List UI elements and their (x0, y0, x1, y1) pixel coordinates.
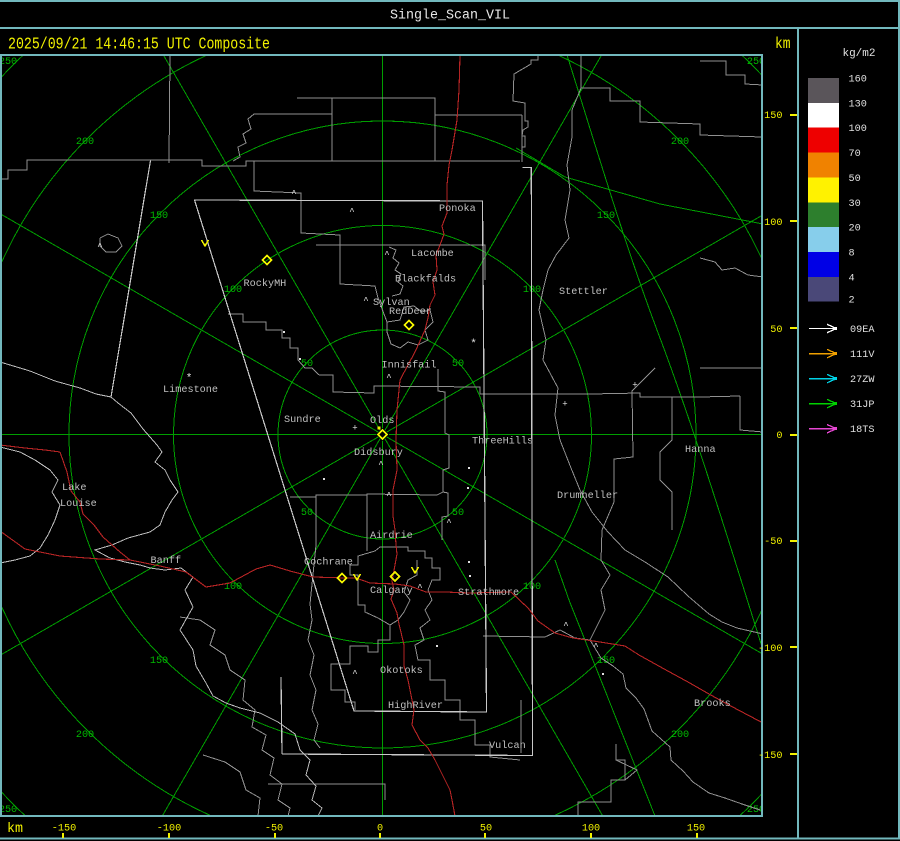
svg-text:150: 150 (687, 824, 705, 835)
svg-text:Ponoka: Ponoka (439, 203, 476, 215)
svg-text:50: 50 (452, 508, 464, 519)
svg-text:^: ^ (446, 518, 451, 528)
svg-text:100: 100 (849, 124, 867, 135)
svg-text:Didsbury: Didsbury (354, 447, 403, 459)
svg-text:-50: -50 (764, 537, 782, 548)
svg-text:-150: -150 (758, 751, 782, 762)
svg-text:+: + (352, 424, 357, 434)
svg-text:Olds: Olds (370, 415, 394, 427)
svg-text:Okotoks: Okotoks (380, 665, 423, 677)
svg-text:^: ^ (417, 583, 422, 593)
svg-text:+: + (632, 381, 637, 391)
svg-text:Stettler: Stettler (559, 286, 608, 298)
svg-text:150: 150 (150, 211, 168, 222)
svg-text:Vulcan: Vulcan (489, 740, 526, 752)
svg-text:150: 150 (764, 111, 782, 122)
svg-text:200: 200 (76, 730, 94, 741)
svg-text:2025/09/21 14:46:15 UTC Compos: 2025/09/21 14:46:15 UTC Composite (8, 35, 270, 54)
svg-text:0: 0 (776, 431, 782, 442)
svg-text:50: 50 (301, 508, 313, 519)
svg-text:250: 250 (0, 805, 17, 816)
svg-text:Cochrane: Cochrane (304, 557, 353, 569)
svg-text:200: 200 (671, 137, 689, 148)
svg-text:70: 70 (849, 149, 861, 160)
svg-text:30: 30 (849, 199, 861, 210)
svg-text:Lake: Lake (62, 482, 86, 494)
svg-text:^: ^ (384, 250, 389, 260)
svg-text:2: 2 (849, 296, 855, 307)
svg-text:100: 100 (764, 218, 782, 229)
svg-text:Calgary: Calgary (370, 585, 413, 597)
svg-text:150: 150 (150, 656, 168, 667)
svg-text:Drumheller: Drumheller (557, 490, 618, 502)
svg-text:^: ^ (349, 207, 354, 217)
svg-text:Lacombe: Lacombe (411, 248, 454, 260)
svg-text:km: km (775, 35, 791, 53)
svg-text:250: 250 (0, 57, 17, 68)
svg-text:100: 100 (224, 285, 242, 296)
svg-text:27ZW: 27ZW (850, 375, 875, 386)
svg-text:130: 130 (849, 99, 867, 110)
svg-text:18TS: 18TS (850, 425, 874, 436)
svg-text:^: ^ (363, 296, 368, 306)
svg-text:Blackfalds: Blackfalds (395, 274, 456, 286)
svg-text:Single_Scan_VIL: Single_Scan_VIL (390, 9, 510, 24)
svg-text:+: + (562, 400, 567, 410)
svg-text:-100: -100 (157, 824, 181, 835)
svg-text:200: 200 (76, 137, 94, 148)
svg-text:4: 4 (849, 273, 855, 284)
svg-text:Brooks: Brooks (694, 698, 731, 710)
svg-text:Hanna: Hanna (685, 445, 716, 456)
svg-text:50: 50 (452, 359, 464, 370)
svg-text:RedDeer: RedDeer (389, 306, 432, 318)
svg-text:09EA: 09EA (850, 325, 875, 336)
svg-text:HighRiver: HighRiver (388, 700, 443, 712)
svg-text:100: 100 (582, 824, 600, 835)
svg-text:^: ^ (593, 642, 598, 652)
svg-text:50: 50 (770, 325, 782, 336)
svg-text:Strathmore: Strathmore (458, 587, 519, 599)
svg-text:^: ^ (378, 460, 383, 470)
svg-text:50: 50 (480, 824, 492, 835)
svg-text:111V: 111V (850, 350, 875, 361)
svg-text:RockyMH: RockyMH (244, 278, 287, 290)
svg-text:Limestone: Limestone (163, 384, 218, 396)
svg-text:200: 200 (671, 730, 689, 741)
svg-text:*: * (186, 373, 193, 385)
svg-text:-100: -100 (758, 644, 782, 655)
svg-text:*: * (470, 339, 477, 351)
svg-text:^: ^ (352, 669, 357, 679)
svg-text:^: ^ (97, 242, 102, 252)
svg-text:31JP: 31JP (850, 400, 874, 411)
svg-text:160: 160 (849, 75, 867, 86)
svg-text:^: ^ (386, 373, 391, 383)
svg-text:kg/m2: kg/m2 (842, 48, 875, 60)
svg-text:^: ^ (386, 491, 391, 501)
svg-text:Banff: Banff (151, 555, 182, 567)
svg-text:Louise: Louise (60, 498, 97, 510)
svg-text:-50: -50 (265, 824, 283, 835)
svg-text:km: km (7, 821, 23, 837)
svg-text:^: ^ (291, 189, 296, 199)
svg-text:Airdrie: Airdrie (370, 530, 413, 542)
svg-text:Sundre: Sundre (284, 414, 321, 426)
svg-text:20: 20 (849, 224, 861, 235)
svg-text:-150: -150 (52, 824, 76, 835)
svg-text:150: 150 (597, 211, 615, 222)
svg-text:50: 50 (849, 174, 861, 185)
svg-text:Innisfail: Innisfail (382, 360, 437, 372)
svg-text:ThreeHills: ThreeHills (472, 436, 533, 448)
svg-text:^: ^ (563, 621, 568, 631)
svg-text:0: 0 (377, 824, 383, 835)
svg-text:8: 8 (849, 249, 855, 260)
